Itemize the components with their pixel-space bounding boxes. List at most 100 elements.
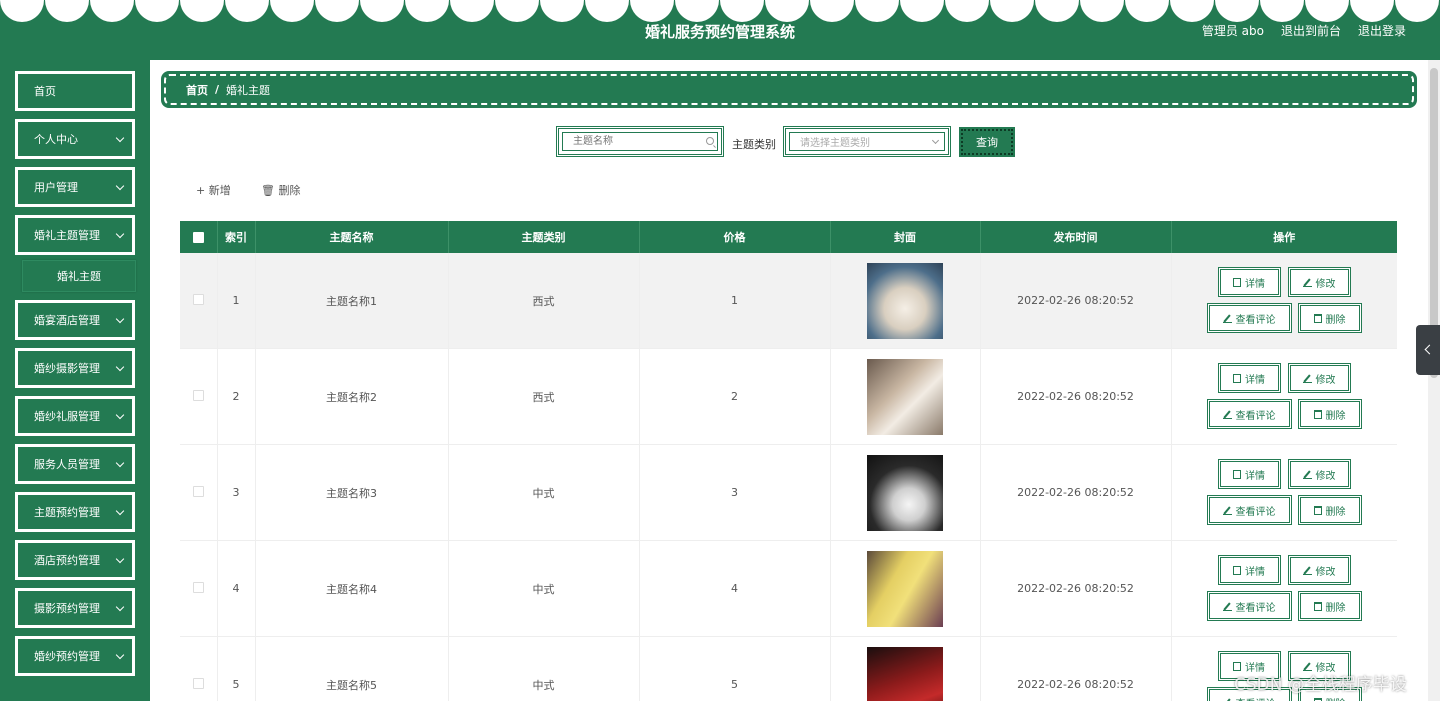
batch-delete-button[interactable]: 🗑 删除 bbox=[261, 182, 300, 198]
logout-link[interactable]: 退出登录 bbox=[1358, 22, 1406, 39]
sidebar: 首页个人中心用户管理婚礼主题管理 婚宴酒店管理婚纱摄影管理 婚纱礼服管理服务人员管理… bbox=[0, 60, 150, 701]
detail-button[interactable]: 详情 bbox=[1217, 267, 1281, 297]
chevron-down-icon bbox=[115, 554, 125, 564]
sidebar-item-label: 婚宴酒店管理 bbox=[34, 314, 100, 327]
theme-type-select[interactable]: 请选择主题类别 bbox=[783, 126, 951, 157]
cover-image[interactable] bbox=[867, 454, 943, 531]
document-icon bbox=[1233, 565, 1241, 575]
view-comments-button[interactable]: 查看评论 bbox=[1206, 303, 1292, 333]
sidebar-item[interactable]: 个人中心 bbox=[15, 119, 135, 159]
exit-to-front-link[interactable]: 退出到前台 bbox=[1281, 22, 1341, 39]
row-checkbox[interactable] bbox=[192, 389, 204, 401]
table-row[interactable]: 4 主题名称4 中式 4 2022-02-26 08:20:52 详情 修改 查看评论 删除 bbox=[180, 540, 1397, 637]
trash-icon bbox=[1313, 601, 1322, 611]
row-price: 3 bbox=[639, 444, 831, 541]
table-row[interactable]: 2 主题名称2 西式 2 2022-02-26 08:20:52 详情 修改 查看评论 删除 bbox=[180, 348, 1397, 445]
detail-button[interactable]: 详情 bbox=[1217, 363, 1281, 393]
row-theme-name: 主题名称1 bbox=[255, 253, 449, 349]
row-checkbox[interactable] bbox=[192, 677, 204, 689]
detail-button[interactable]: 详情 bbox=[1217, 459, 1281, 489]
scallop bbox=[1260, 0, 1304, 22]
theme-name-search bbox=[556, 126, 724, 157]
sidebar-subitem-wedding-theme[interactable]: 婚礼主题 bbox=[22, 260, 136, 292]
delete-button[interactable]: 删除 bbox=[1297, 495, 1362, 525]
sidebar-item[interactable]: 酒店预约管理 bbox=[15, 540, 135, 580]
scallop bbox=[1305, 0, 1349, 22]
row-publish-time: 2022-02-26 08:20:52 bbox=[980, 444, 1172, 541]
table-row[interactable]: 5主题名称5中式52022-02-26 08:20:52详情修改查看评论删除 bbox=[180, 636, 1397, 701]
sidebar-item[interactable]: 婚宴酒店管理 bbox=[15, 300, 135, 340]
cover-image[interactable] bbox=[867, 550, 943, 627]
table-row[interactable]: 1 主题名称1 西式 1 2022-02-26 08:20:52 详情 修改 查看评论 删除 bbox=[180, 253, 1397, 349]
view-comments-button[interactable]: 查看评论 bbox=[1206, 591, 1292, 621]
trash-icon bbox=[1313, 313, 1322, 323]
view-comments-button[interactable]: 查看评论 bbox=[1206, 495, 1292, 525]
delete-button[interactable]: 删除 bbox=[1297, 399, 1362, 429]
chevron-down-icon bbox=[115, 410, 125, 420]
scallop bbox=[180, 0, 224, 22]
edit-button[interactable]: 修改 bbox=[1287, 555, 1351, 585]
scallop bbox=[810, 0, 854, 22]
row-select-cell[interactable] bbox=[180, 348, 218, 445]
row-publish-time: 2022-02-26 08:20:52 bbox=[980, 540, 1172, 637]
edit-button[interactable]: 修改 bbox=[1287, 363, 1351, 393]
collapse-panel-button[interactable] bbox=[1416, 325, 1440, 375]
sidebar-item[interactable]: 用户管理 bbox=[15, 167, 135, 207]
scallop bbox=[900, 0, 944, 22]
row-price: 4 bbox=[639, 540, 831, 637]
row-theme-type: 中式 bbox=[448, 540, 640, 637]
row-checkbox[interactable] bbox=[192, 293, 204, 305]
row-index: 4 bbox=[217, 540, 256, 637]
row-price: 5 bbox=[639, 636, 831, 701]
sidebar-item[interactable]: 婚礼主题管理 bbox=[15, 215, 135, 255]
cover-image[interactable] bbox=[867, 358, 943, 435]
edit-button[interactable]: 修改 bbox=[1287, 459, 1351, 489]
scallop bbox=[630, 0, 674, 22]
row-select-cell[interactable] bbox=[180, 636, 218, 701]
sidebar-item[interactable]: 服务人员管理 bbox=[15, 444, 135, 484]
edit-button[interactable]: 修改 bbox=[1287, 267, 1351, 297]
chevron-down-icon bbox=[115, 602, 125, 612]
cover-image[interactable] bbox=[867, 262, 943, 339]
row-select-cell[interactable] bbox=[180, 444, 218, 541]
select-all-checkbox[interactable] bbox=[192, 232, 204, 243]
row-theme-name: 主题名称2 bbox=[255, 348, 449, 445]
query-button[interactable]: 查询 bbox=[959, 127, 1015, 157]
add-button[interactable]: + 新增 bbox=[196, 182, 231, 198]
document-icon bbox=[1233, 373, 1241, 383]
delete-button[interactable]: 删除 bbox=[1297, 303, 1362, 333]
sidebar-item[interactable]: 婚纱礼服管理 bbox=[15, 396, 135, 436]
scallop-border bbox=[0, 0, 1440, 22]
header-price: 价格 bbox=[639, 221, 831, 253]
document-icon bbox=[1233, 469, 1241, 479]
detail-button[interactable]: 详情 bbox=[1217, 555, 1281, 585]
scrollbar[interactable] bbox=[1428, 60, 1440, 701]
cover-image[interactable] bbox=[867, 646, 943, 701]
admin-user-label: 管理员 abo bbox=[1201, 24, 1264, 38]
chevron-down-icon bbox=[115, 458, 125, 468]
breadcrumb-home[interactable]: 首页 bbox=[186, 82, 208, 98]
sidebar-item[interactable]: 婚纱预约管理 bbox=[15, 636, 135, 676]
pencil-icon bbox=[1222, 314, 1232, 323]
sidebar-item-label: 服务人员管理 bbox=[34, 458, 100, 471]
search-icon bbox=[706, 137, 714, 145]
row-select-cell[interactable] bbox=[180, 540, 218, 637]
sidebar-item-label: 婚礼主题管理 bbox=[34, 229, 100, 242]
row-select-cell[interactable] bbox=[180, 253, 218, 349]
row-actions: 详情修改查看评论删除 bbox=[1171, 540, 1397, 637]
sidebar-item[interactable]: 摄影预约管理 bbox=[15, 588, 135, 628]
trash-icon bbox=[1313, 697, 1322, 701]
chevron-down-icon bbox=[115, 229, 125, 239]
theme-name-input[interactable] bbox=[563, 133, 717, 150]
header-select-all[interactable] bbox=[180, 221, 218, 253]
row-checkbox[interactable] bbox=[192, 485, 204, 497]
delete-button[interactable]: 删除 bbox=[1297, 591, 1362, 621]
sidebar-item[interactable]: 主题预约管理 bbox=[15, 492, 135, 532]
row-checkbox[interactable] bbox=[192, 581, 204, 593]
sidebar-item[interactable]: 婚纱摄影管理 bbox=[15, 348, 135, 388]
view-comments-button[interactable]: 查看评论 bbox=[1206, 399, 1292, 429]
sidebar-item[interactable]: 首页 bbox=[15, 71, 135, 111]
row-cover-cell bbox=[830, 444, 981, 541]
table-row[interactable]: 3 主题名称3 中式 3 2022-02-26 08:20:52 详情 修改 查看评论 删除 bbox=[180, 444, 1397, 541]
scallop bbox=[540, 0, 584, 22]
